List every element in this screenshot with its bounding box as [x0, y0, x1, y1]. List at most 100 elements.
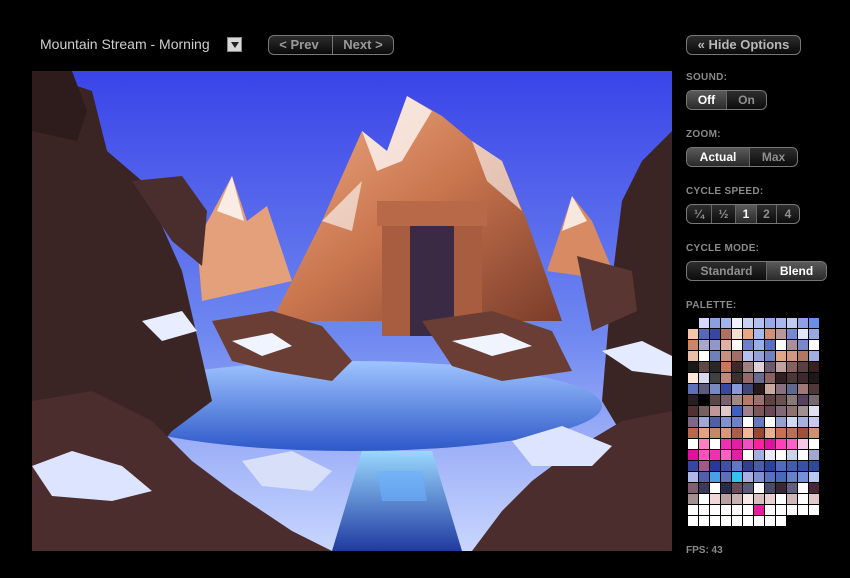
palette-swatch	[809, 472, 819, 482]
palette-swatch	[721, 362, 731, 372]
palette-swatch	[688, 450, 698, 460]
palette-swatch	[743, 428, 753, 438]
palette-swatch	[787, 439, 797, 449]
palette-swatch	[765, 472, 775, 482]
scene-title: Mountain Stream - Morning	[40, 36, 210, 52]
palette-swatch	[732, 329, 742, 339]
palette-swatch	[754, 472, 764, 482]
palette-swatch	[688, 516, 698, 526]
palette-swatch	[743, 516, 753, 526]
palette-swatch	[743, 351, 753, 361]
palette-swatch	[787, 450, 797, 460]
zoom-actual-button[interactable]: Actual	[687, 148, 750, 166]
palette-swatch	[721, 329, 731, 339]
palette-swatch	[787, 494, 797, 504]
palette-swatch	[721, 406, 731, 416]
palette-swatch	[765, 417, 775, 427]
palette-swatch	[765, 516, 775, 526]
palette-swatch	[798, 516, 808, 526]
palette-swatch	[754, 329, 764, 339]
fps-counter: FPS: 43	[686, 545, 723, 556]
palette-swatch	[743, 505, 753, 515]
palette-swatch	[798, 318, 808, 328]
palette-swatch	[754, 483, 764, 493]
palette-swatch	[699, 450, 709, 460]
scene-dropdown-arrow-icon[interactable]	[227, 37, 242, 52]
palette-swatch	[765, 340, 775, 350]
palette-swatch	[732, 406, 742, 416]
hide-options-button[interactable]: « Hide Options	[686, 35, 801, 55]
palette-swatch	[765, 439, 775, 449]
palette-swatch	[776, 340, 786, 350]
palette-swatch	[688, 329, 698, 339]
cycle-mode-toggle: Standard Blend	[686, 261, 827, 281]
palette-swatch	[699, 340, 709, 350]
palette-swatch	[710, 351, 720, 361]
palette-swatch	[798, 494, 808, 504]
palette-swatch	[710, 340, 720, 350]
palette-swatch	[743, 439, 753, 449]
sound-label: SOUND:	[686, 72, 728, 83]
palette-swatch	[787, 428, 797, 438]
palette-swatch	[754, 340, 764, 350]
palette-swatch	[710, 494, 720, 504]
palette-swatch	[699, 516, 709, 526]
sound-toggle: Off On	[686, 90, 767, 110]
palette-swatch	[798, 439, 808, 449]
next-button[interactable]: Next >	[333, 36, 393, 54]
palette-swatch	[721, 483, 731, 493]
palette-swatch	[765, 406, 775, 416]
palette-swatch	[809, 516, 819, 526]
palette-swatch	[754, 505, 764, 515]
palette-swatch	[798, 384, 808, 394]
palette-swatch	[809, 395, 819, 405]
palette-swatch	[710, 439, 720, 449]
palette-swatch	[710, 472, 720, 482]
palette-swatch	[787, 318, 797, 328]
palette-swatch	[743, 384, 753, 394]
palette-swatch	[688, 384, 698, 394]
palette-swatch	[787, 472, 797, 482]
cycle-mode-standard-button[interactable]: Standard	[687, 262, 767, 280]
palette-swatch	[688, 461, 698, 471]
cycle-mode-blend-button[interactable]: Blend	[767, 262, 826, 280]
palette-swatch	[787, 461, 797, 471]
cycle-speed-4-button[interactable]: 4	[777, 205, 799, 223]
palette-swatch	[754, 395, 764, 405]
cycle-speed-2-button[interactable]: 2	[757, 205, 777, 223]
palette-swatch	[765, 318, 775, 328]
palette-swatch	[732, 505, 742, 515]
prev-next-button-group: < Prev Next >	[268, 35, 394, 55]
sound-on-button[interactable]: On	[727, 91, 766, 109]
palette-swatch	[765, 428, 775, 438]
sound-off-button[interactable]: Off	[687, 91, 727, 109]
palette-swatch	[688, 351, 698, 361]
palette-swatch	[809, 362, 819, 372]
palette-swatch	[710, 428, 720, 438]
palette-swatch	[798, 351, 808, 361]
palette-swatch	[754, 450, 764, 460]
cycle-speed-1-button[interactable]: 1	[736, 205, 757, 223]
cycle-speed-half-button[interactable]: ½	[712, 205, 736, 223]
palette-label: PALETTE:	[686, 300, 737, 311]
zoom-max-button[interactable]: Max	[750, 148, 797, 166]
palette-swatch	[688, 318, 698, 328]
palette-swatch	[754, 406, 764, 416]
palette-swatch	[787, 340, 797, 350]
palette-swatch	[809, 329, 819, 339]
palette-swatch	[776, 395, 786, 405]
palette-swatch	[776, 494, 786, 504]
cycle-speed-toggle: ¼ ½ 1 2 4	[686, 204, 800, 224]
palette-swatch	[809, 428, 819, 438]
palette-swatch	[754, 439, 764, 449]
prev-button[interactable]: < Prev	[269, 36, 329, 54]
palette-swatch	[721, 472, 731, 482]
palette-swatch	[732, 494, 742, 504]
palette-swatch	[787, 384, 797, 394]
palette-swatch	[809, 450, 819, 460]
palette-swatch	[699, 417, 709, 427]
palette-swatch	[809, 340, 819, 350]
cycle-speed-quarter-button[interactable]: ¼	[687, 205, 712, 223]
palette-swatch	[699, 439, 709, 449]
palette-swatch	[809, 505, 819, 515]
